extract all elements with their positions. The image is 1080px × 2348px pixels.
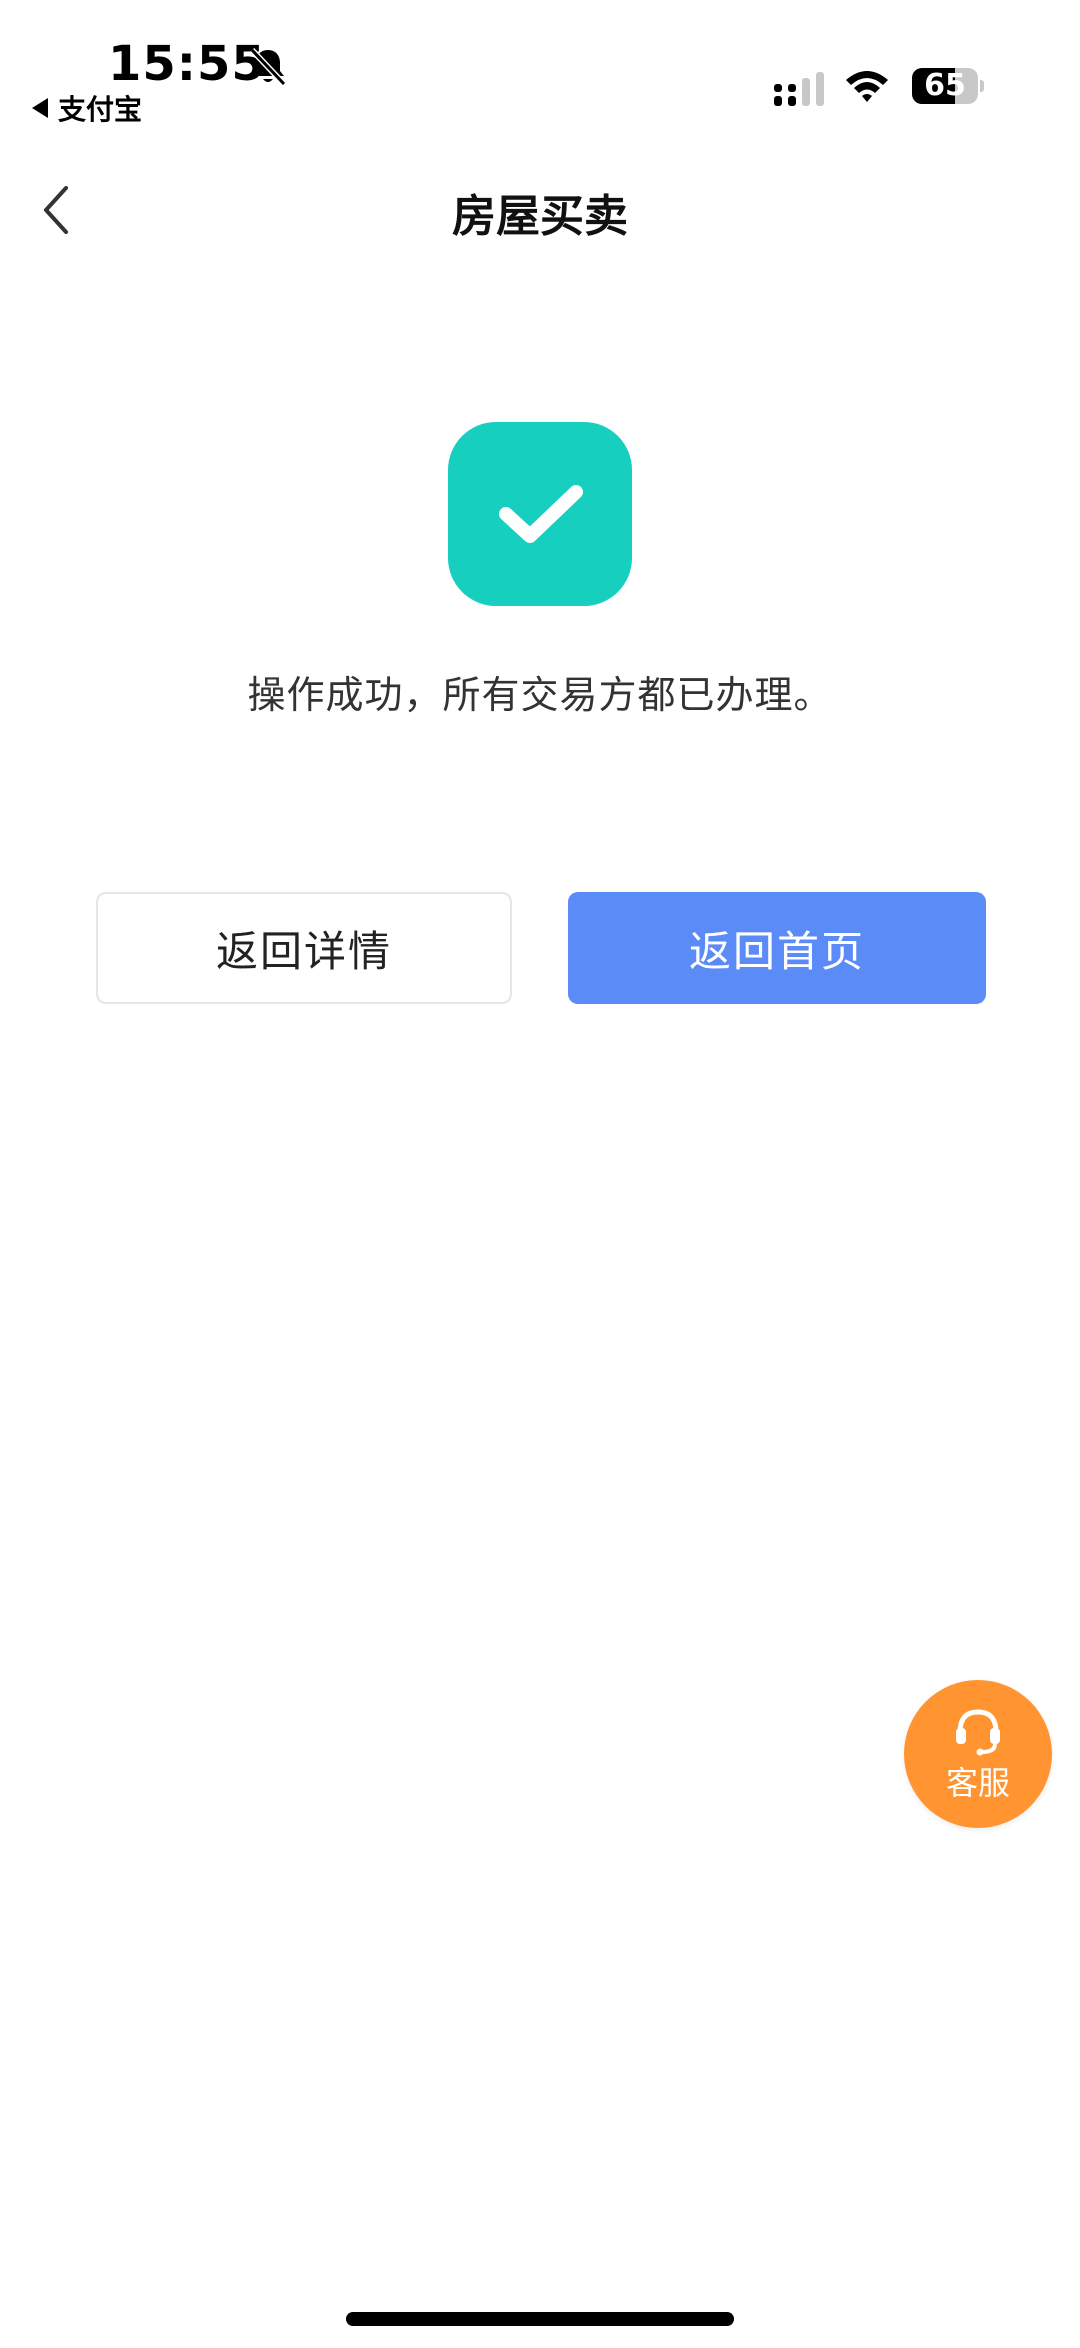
customer-service-button[interactable]: 客服 xyxy=(904,1680,1052,1828)
home-indicator[interactable] xyxy=(346,2312,734,2326)
cellular-signal-icon xyxy=(774,72,824,106)
back-to-detail-label: 返回详情 xyxy=(215,926,392,976)
battery-body: 65 xyxy=(912,68,978,104)
back-to-app-link[interactable]: 支付宝 xyxy=(32,88,142,128)
back-app-label: 支付宝 xyxy=(58,93,143,126)
bell-muted-icon xyxy=(249,47,287,87)
success-message: 操作成功，所有交易方都已办理。 xyxy=(247,673,833,717)
battery-cap xyxy=(980,80,984,92)
back-triangle-icon xyxy=(32,98,48,118)
back-to-home-label: 返回首页 xyxy=(688,926,865,976)
wifi-icon xyxy=(846,71,888,102)
status-time: 15:55 xyxy=(108,36,266,92)
headset-icon xyxy=(956,1709,1000,1756)
success-badge xyxy=(448,422,632,606)
screen: 15:55 支付宝 65 房屋买卖 操作成功，所有交易方都已办理。 返回详情 返… xyxy=(0,0,1080,2348)
back-to-detail-button[interactable]: 返回详情 xyxy=(96,892,512,1004)
checkmark-icon xyxy=(499,485,583,543)
customer-service-label: 客服 xyxy=(945,1764,1010,1802)
battery-indicator: 65 xyxy=(912,66,984,106)
page-title: 房屋买卖 xyxy=(452,191,628,242)
back-to-home-button[interactable]: 返回首页 xyxy=(568,892,986,1004)
battery-level: 65 xyxy=(924,68,966,103)
